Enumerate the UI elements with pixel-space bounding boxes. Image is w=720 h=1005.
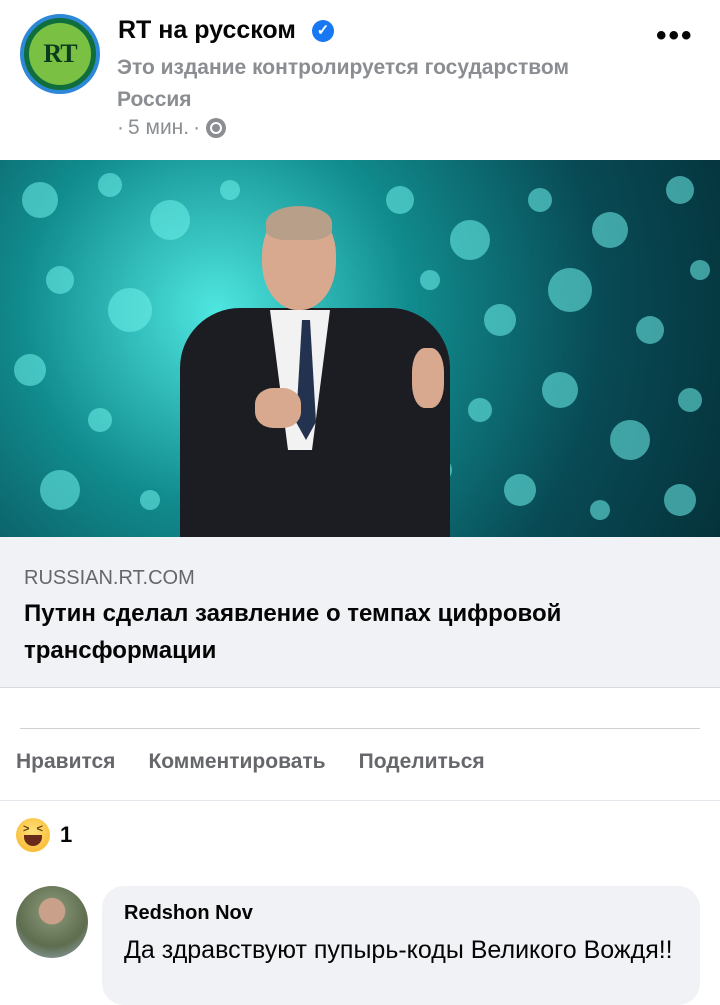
- commenter-avatar[interactable]: [16, 886, 88, 958]
- link-preview-card[interactable]: RUSSIAN.RT.COM Путин сделал заявление о …: [0, 537, 720, 688]
- post-meta: · 5 мин. ·: [117, 116, 227, 140]
- person-right-hand: [412, 348, 444, 408]
- reaction-count: 1: [60, 822, 73, 847]
- page-name[interactable]: RT на русском: [118, 16, 296, 45]
- like-button[interactable]: Нравится: [16, 750, 115, 774]
- meta-separator: ·: [117, 116, 124, 139]
- state-controlled-label[interactable]: Это издание контролируется государством …: [117, 52, 637, 116]
- link-domain: RUSSIAN.RT.COM: [24, 567, 195, 589]
- haha-reaction-icon: [16, 818, 50, 852]
- comment-bubble: Redshon Nov Да здравствуют пупырь-коды В…: [102, 886, 700, 1005]
- post-actions-bar: Нравится Комментировать Поделиться: [16, 750, 485, 774]
- reactions-summary[interactable]: 1: [16, 818, 72, 852]
- globe-icon: [206, 118, 227, 138]
- more-options-button[interactable]: •••: [656, 21, 694, 51]
- comment-button[interactable]: Комментировать: [148, 750, 325, 774]
- link-preview-image[interactable]: [0, 160, 720, 537]
- meta-separator: ·: [193, 116, 201, 139]
- post-time[interactable]: 5 мин.: [128, 116, 189, 140]
- person-hair: [266, 206, 332, 240]
- comment-text: Да здравствуют пупырь-коды Великого Вожд…: [124, 936, 673, 964]
- divider: [20, 728, 700, 729]
- divider: [0, 800, 720, 801]
- rt-logo: RT: [29, 23, 91, 85]
- share-button[interactable]: Поделиться: [359, 750, 485, 774]
- rt-logo-text: RT: [43, 39, 77, 68]
- verified-badge-icon: ✓: [312, 20, 334, 42]
- link-title: Путин сделал заявление о темпах цифровой…: [24, 600, 562, 664]
- comment-author[interactable]: Redshon Nov: [124, 902, 253, 925]
- person-left-hand: [255, 388, 301, 428]
- post-header: RT RT на русском ✓ Это издание контролир…: [0, 0, 720, 160]
- page-avatar[interactable]: RT: [20, 14, 100, 94]
